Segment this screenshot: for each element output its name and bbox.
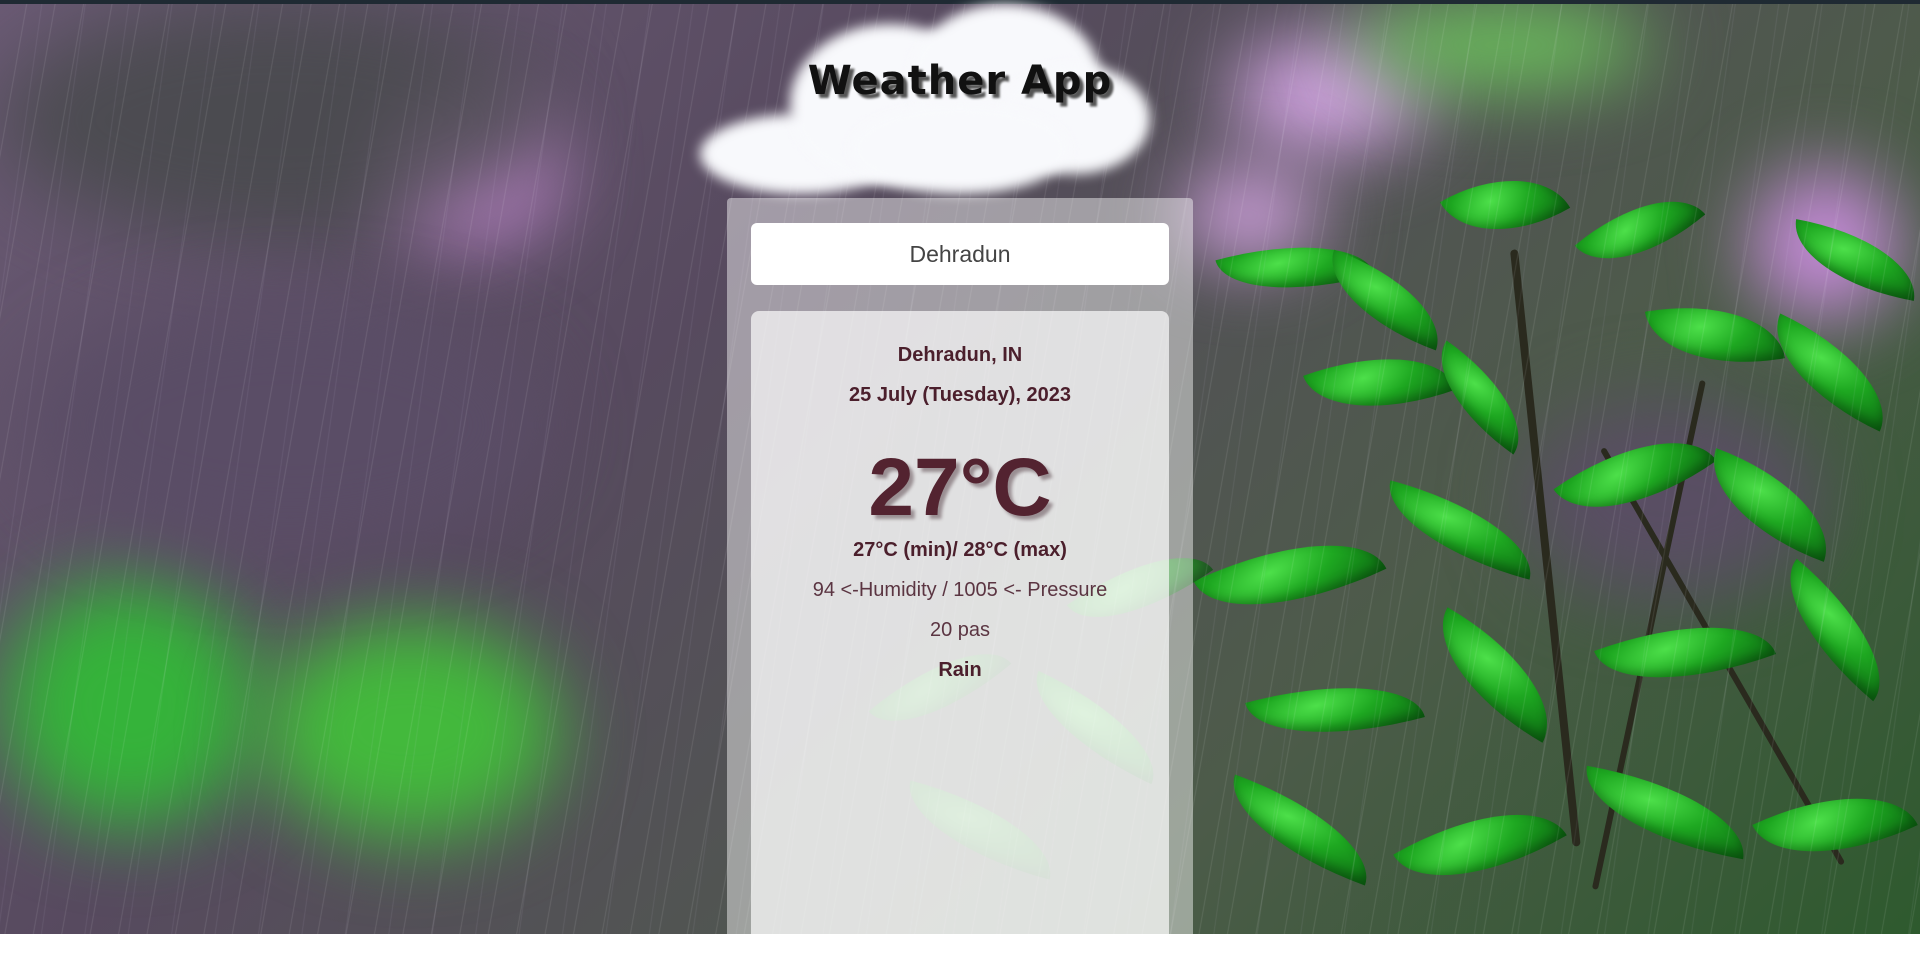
wind-text: 20 pas	[929, 619, 991, 641]
location-text: Dehradun, IN	[897, 344, 1023, 366]
app-title: Weather App	[807, 58, 1113, 104]
condition-text: Rain	[938, 659, 982, 681]
min-max-temperature: 27°C (min)/ 28°C (max)	[853, 539, 1067, 561]
weather-card: Dehradun, IN 25 July (Tuesday), 2023 27°…	[751, 311, 1169, 951]
humidity-pressure-text: 94 <-Humidity / 1005 <- Pressure	[812, 579, 1108, 601]
temperature-text: 27°C	[868, 442, 1052, 533]
date-text: 25 July (Tuesday), 2023	[849, 384, 1071, 406]
city-search-input[interactable]	[751, 223, 1169, 285]
